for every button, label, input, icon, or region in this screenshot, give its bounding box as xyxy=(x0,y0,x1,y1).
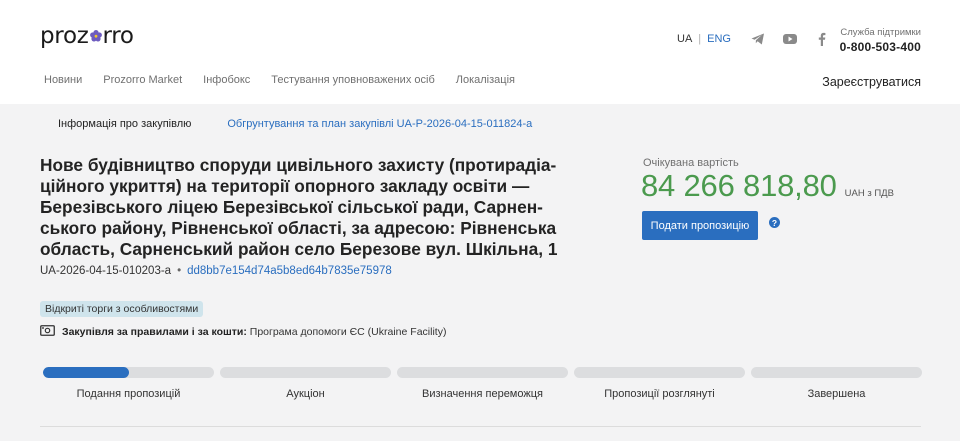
stage-submission: Подання пропозицій xyxy=(43,367,214,400)
rules-label: Закупівля за правилами і за кошти: xyxy=(62,326,247,338)
facebook-icon[interactable] xyxy=(814,31,830,47)
main-nav: Новини Prozorro Market Інфобокс Тестуван… xyxy=(44,74,515,86)
tab-info[interactable]: Інформація про закупівлю xyxy=(58,118,191,130)
lang-eng[interactable]: ENG xyxy=(707,33,731,45)
nav-localization[interactable]: Локалізація xyxy=(456,74,515,86)
support-label: Служба підтримки xyxy=(840,27,921,38)
tender-title: Нове будівництво споруди цивільного захи… xyxy=(40,155,558,259)
language-switcher: UA | ENG xyxy=(677,33,731,45)
site-header: proz rro UA | ENG Служба підтримки 0-800… xyxy=(0,0,960,104)
stage-progress-fill xyxy=(43,367,129,378)
nav-testing[interactable]: Тестування уповноважених осіб xyxy=(271,74,434,86)
tender-tabs: Інформація про закупівлю Обгрунтування т… xyxy=(58,118,532,130)
prozorro-logo[interactable]: proz rro xyxy=(40,21,134,51)
stage-bar xyxy=(43,367,214,378)
nav-infobox[interactable]: Інфобокс xyxy=(203,74,250,86)
rules-value: Програма допомоги ЄС (Ukraine Facility) xyxy=(249,326,447,338)
submit-proposal-button[interactable]: Подати пропозицію xyxy=(642,211,758,240)
stage-bar xyxy=(574,367,745,378)
stage-label: Подання пропозицій xyxy=(76,388,181,400)
price-currency: UAH з ПДВ xyxy=(844,188,894,199)
support-phone[interactable]: 0-800-503-400 xyxy=(840,40,921,54)
tender-stages: Подання пропозицій Аукціон Визначення пе… xyxy=(43,367,922,400)
id-separator: • xyxy=(177,265,182,277)
stage-completed: Завершена xyxy=(751,367,922,400)
tender-ids: UA-2026-04-15-010203-a • dd8bb7e154d74a5… xyxy=(40,265,392,277)
stage-bar xyxy=(397,367,568,378)
social-links xyxy=(750,31,830,47)
nav-market[interactable]: Prozorro Market xyxy=(103,74,182,86)
lang-ua[interactable]: UA xyxy=(677,33,692,45)
stage-bar xyxy=(220,367,391,378)
stage-label: Завершена xyxy=(807,388,866,400)
telegram-icon[interactable] xyxy=(750,31,766,47)
funding-rules: Закупівля за правилами і за кошти: Прогр… xyxy=(40,325,446,339)
nav-news[interactable]: Новини xyxy=(44,74,82,86)
tender-hash[interactable]: dd8bb7e154d74a5b8ed64b7835e75978 xyxy=(187,265,392,277)
stage-bar xyxy=(751,367,922,378)
youtube-icon[interactable] xyxy=(782,31,798,47)
tab-plan[interactable]: Обгрунтування та план закупівлі UA-P-202… xyxy=(227,118,532,130)
tender-id: UA-2026-04-15-010203-a xyxy=(40,265,172,277)
register-link[interactable]: Зареєструватися xyxy=(822,75,921,89)
stage-label: Аукціон xyxy=(286,388,325,400)
money-icon xyxy=(40,325,55,339)
procedure-badge: Відкриті торги з особливостями xyxy=(40,301,204,317)
lang-separator: | xyxy=(698,33,702,45)
price-amount: 84 266 818,80 xyxy=(641,168,837,203)
help-icon[interactable]: ? xyxy=(769,217,780,228)
stage-reviewed: Пропозиції розглянуті xyxy=(574,367,745,400)
stage-auction: Аукціон xyxy=(220,367,391,400)
support-block: Служба підтримки 0-800-503-400 xyxy=(840,27,921,54)
logo-flower-icon xyxy=(89,29,103,43)
stage-winner: Визначення переможця xyxy=(397,367,568,400)
rules-text: Закупівля за правилами і за кошти: Прогр… xyxy=(62,326,446,338)
section-divider xyxy=(40,426,921,427)
logo-text-start: proz xyxy=(40,23,89,49)
stage-label: Визначення переможця xyxy=(422,388,543,400)
expected-value: 84 266 818,80 UAH з ПДВ xyxy=(641,168,894,204)
logo-text-end: rro xyxy=(102,23,134,49)
stage-label: Пропозиції розглянуті xyxy=(604,388,715,400)
